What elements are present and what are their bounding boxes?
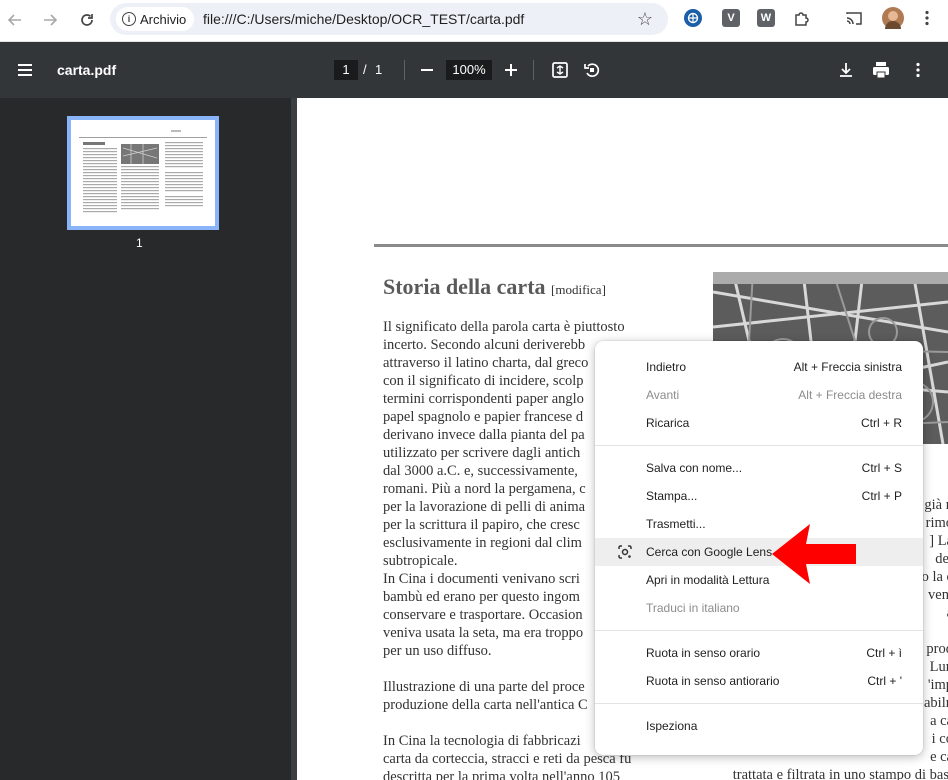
menu-item-label: Traduci in italiano <box>646 601 740 615</box>
pdf-toolbar: carta.pdf 1 / 1 100% <box>0 42 948 98</box>
more-vertical-icon[interactable] <box>906 58 930 82</box>
red-arrow-annotation <box>772 524 856 584</box>
site-info-chip[interactable]: i Archivio <box>116 7 195 31</box>
menu-item-label: Ispeziona <box>646 719 698 733</box>
menu-separator <box>595 695 923 712</box>
menu-item-label: Ruota in senso antiorario <box>646 674 780 688</box>
menu-item-shortcut: Alt + Freccia destra <box>798 388 902 402</box>
text-line: trattata e filtrata in uno stampo di bas… <box>732 767 948 780</box>
menu-item-ispeziona[interactable]: Ispeziona <box>595 712 923 740</box>
menu-item-label: Cerca con Google Lens <box>646 545 773 559</box>
hamburger-menu-icon[interactable] <box>13 58 37 82</box>
menu-item-shortcut: Ctrl + P <box>861 489 902 503</box>
browser-menu-icon[interactable] <box>918 9 936 27</box>
url-text[interactable]: file:///C:/Users/miche/Desktop/OCR_TEST/… <box>203 11 524 27</box>
menu-item-shortcut: Ctrl + ' <box>867 674 902 688</box>
download-icon[interactable] <box>834 58 858 82</box>
google-lens-icon <box>617 544 633 560</box>
menu-item-shortcut: Ctrl + R <box>860 416 902 430</box>
menu-separator <box>595 622 923 639</box>
menu-item-label: Ruota in senso orario <box>646 646 761 660</box>
pdf-title: carta.pdf <box>57 62 117 78</box>
extension-w-icon[interactable]: W <box>757 9 775 27</box>
browser-toolbar: i Archivio file:///C:/Users/miche/Deskto… <box>0 0 948 42</box>
info-icon: i <box>122 12 136 26</box>
menu-item-ruota-in-senso-antiorario[interactable]: Ruota in senso antiorario Ctrl + ' <box>595 667 923 695</box>
address-bar[interactable]: i Archivio file:///C:/Users/miche/Deskto… <box>110 3 668 35</box>
star-icon[interactable]: ☆ <box>633 7 657 31</box>
document-title-text: Storia della carta <box>383 274 546 299</box>
thumbnail-page-label: 1 <box>136 236 143 250</box>
header-rule <box>374 244 948 247</box>
toolbar-divider <box>404 60 405 80</box>
extension-v-icon[interactable]: V <box>722 9 740 27</box>
site-chip-label: Archivio <box>140 11 187 27</box>
page-number-input[interactable]: 1 <box>334 60 358 80</box>
toolbar-divider <box>533 60 534 80</box>
page-separator: / <box>363 62 367 77</box>
menu-item-traduci-in-italiano: Traduci in italiano <box>595 594 923 622</box>
menu-item-label: Salva con nome... <box>646 461 743 475</box>
menu-item-trasmetti[interactable]: Trasmetti... <box>595 510 923 538</box>
page-thumbnail[interactable] <box>67 116 219 230</box>
document-title: Storia della carta [modifica] <box>383 274 606 300</box>
text-line: descritta per la prima volta nell'anno 1… <box>383 769 620 780</box>
menu-item-label: Indietro <box>646 360 687 374</box>
cast-icon[interactable] <box>845 9 863 27</box>
fit-to-page-icon[interactable] <box>548 58 572 82</box>
menu-item-shortcut: Ctrl + ì <box>866 646 902 660</box>
zoom-level-input[interactable]: 100% <box>446 60 492 80</box>
plus-icon[interactable] <box>499 58 523 82</box>
menu-item-salva-con-nome[interactable]: Salva con nome... Ctrl + S <box>595 454 923 482</box>
menu-item-label: Stampa... <box>646 489 698 503</box>
menu-separator <box>595 437 923 454</box>
menu-item-indietro[interactable]: Indietro Alt + Freccia sinistra <box>595 353 923 381</box>
extensions-puzzle-icon[interactable] <box>793 9 811 27</box>
page-total: 1 <box>375 62 383 77</box>
reload-icon[interactable] <box>75 8 99 32</box>
menu-item-ricarica[interactable]: Ricarica Ctrl + R <box>595 409 923 437</box>
menu-item-ruota-in-senso-orario[interactable]: Ruota in senso orario Ctrl + ì <box>595 639 923 667</box>
thumbnail-sidebar: 1 <box>0 98 297 780</box>
menu-item-label: Apri in modalità Lettura <box>646 573 770 587</box>
text-line: Il significato della parola carta è piut… <box>383 319 625 335</box>
menu-item-label: Ricarica <box>646 416 690 430</box>
menu-item-shortcut: Alt + Freccia sinistra <box>793 360 902 374</box>
rotate-icon[interactable] <box>580 58 604 82</box>
thumbnail-preview <box>79 130 207 213</box>
edit-link-text: [modifica] <box>551 282 606 297</box>
extension-globe-icon[interactable] <box>684 9 702 27</box>
menu-item-shortcut: Ctrl + S <box>861 461 902 475</box>
minus-icon[interactable] <box>415 58 439 82</box>
print-icon[interactable] <box>869 58 893 82</box>
arrow-left-icon[interactable] <box>3 8 27 32</box>
menu-item-stampa[interactable]: Stampa... Ctrl + P <box>595 482 923 510</box>
context-menu: Indietro Alt + Freccia sinistra Avanti Alt … <box>595 341 923 755</box>
menu-item-cerca-con-google-lens[interactable]: Cerca con Google Lens <box>595 538 923 566</box>
menu-item-avanti: Avanti Alt + Freccia destra <box>595 381 923 409</box>
avatar[interactable] <box>882 7 904 29</box>
menu-item-apri-in-modalita-lettura[interactable]: Apri in modalità Lettura <box>595 566 923 594</box>
arrow-right-icon[interactable] <box>38 8 62 32</box>
menu-item-label: Avanti <box>646 388 680 402</box>
menu-item-label: Trasmetti... <box>646 517 706 531</box>
